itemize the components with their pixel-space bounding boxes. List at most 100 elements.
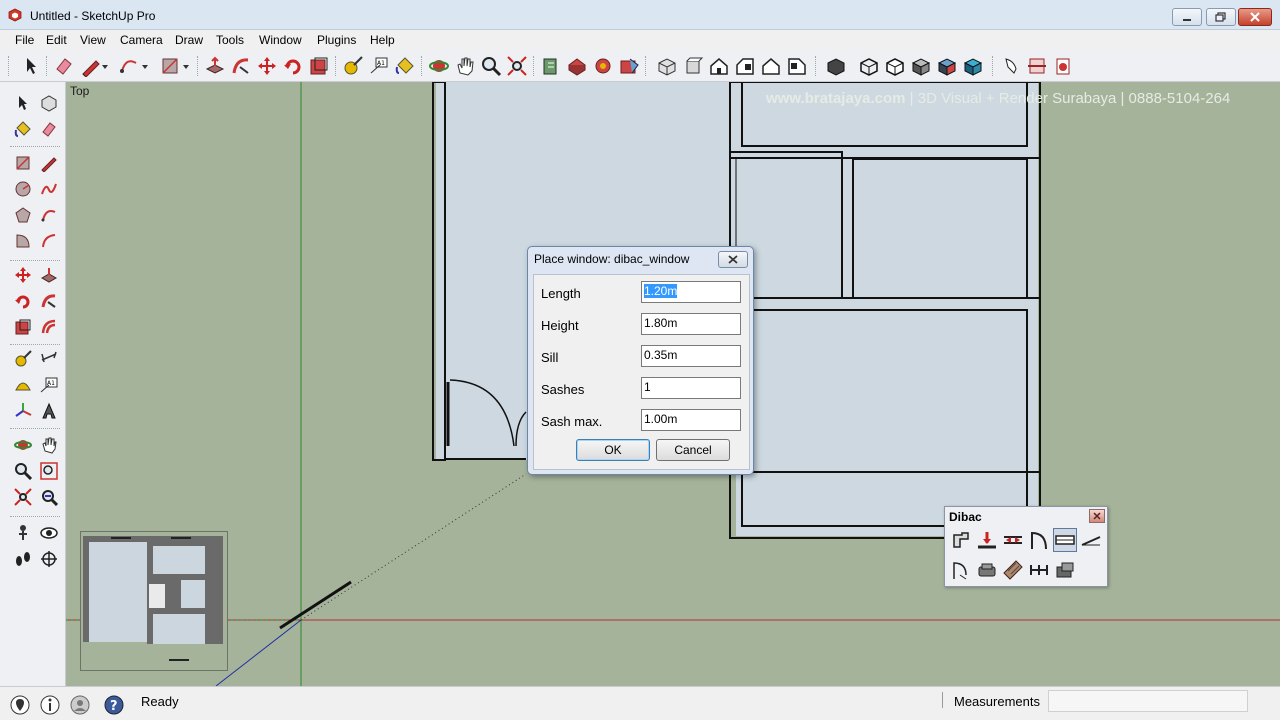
paint-bucket-icon[interactable] bbox=[14, 120, 32, 138]
zoom-icon[interactable] bbox=[14, 462, 32, 480]
section-display-icon[interactable] bbox=[1052, 55, 1074, 77]
help-icon[interactable]: ? bbox=[104, 695, 124, 715]
push-pull-icon[interactable] bbox=[40, 266, 58, 284]
rectangle-icon[interactable] bbox=[159, 55, 181, 77]
freehand-icon[interactable] bbox=[40, 180, 58, 198]
opening-tool-icon[interactable] bbox=[950, 559, 972, 581]
circle-icon[interactable] bbox=[14, 180, 32, 198]
height-field[interactable]: 1.80m bbox=[641, 313, 741, 335]
dialog-close-button[interactable] bbox=[718, 251, 748, 268]
tape-measure-icon[interactable] bbox=[342, 55, 364, 77]
walk-icon[interactable] bbox=[14, 550, 32, 568]
rotate-icon[interactable] bbox=[14, 292, 32, 310]
zoom-extents-icon[interactable] bbox=[14, 488, 32, 506]
dropdown-arrow-icon[interactable] bbox=[181, 55, 191, 77]
text-icon[interactable]: A1 bbox=[40, 376, 58, 394]
menu-view[interactable]: View bbox=[80, 33, 106, 47]
move-icon[interactable] bbox=[14, 266, 32, 284]
iso-view-icon[interactable] bbox=[656, 55, 678, 77]
wall-height-icon[interactable] bbox=[976, 529, 998, 551]
dropdown-arrow-icon[interactable] bbox=[140, 55, 150, 77]
line-icon[interactable] bbox=[40, 154, 58, 172]
menu-draw[interactable]: Draw bbox=[175, 33, 203, 47]
length-field[interactable]: 1.20m bbox=[641, 281, 741, 303]
zoom-extents-icon[interactable] bbox=[506, 55, 528, 77]
eraser-icon[interactable] bbox=[53, 55, 75, 77]
paint-bucket-icon[interactable] bbox=[394, 55, 416, 77]
wall-join-icon[interactable] bbox=[1002, 529, 1024, 551]
components-icon[interactable] bbox=[592, 55, 614, 77]
monochrome-icon[interactable] bbox=[962, 55, 984, 77]
3d-text-icon[interactable] bbox=[40, 402, 58, 420]
select-arrow-icon[interactable] bbox=[20, 55, 42, 77]
menu-help[interactable]: Help bbox=[370, 33, 395, 47]
push-pull-icon[interactable] bbox=[204, 55, 226, 77]
floor-slab-icon[interactable] bbox=[1002, 559, 1024, 581]
follow-me-icon[interactable] bbox=[230, 55, 252, 77]
sashes-field[interactable]: 1 bbox=[641, 377, 741, 399]
select-arrow-icon[interactable] bbox=[14, 94, 32, 112]
hidden-line-icon[interactable] bbox=[884, 55, 906, 77]
previous-view-icon[interactable] bbox=[40, 488, 58, 506]
door-tool-icon[interactable] bbox=[1028, 529, 1050, 551]
menu-window[interactable]: Window bbox=[259, 33, 302, 47]
menu-edit[interactable]: Edit bbox=[46, 33, 67, 47]
left-view-icon[interactable] bbox=[786, 55, 808, 77]
stair-tool-icon[interactable] bbox=[1080, 529, 1102, 551]
dimension-line-icon[interactable] bbox=[1028, 559, 1050, 581]
section-plane-icon[interactable] bbox=[1026, 55, 1048, 77]
look-around-icon[interactable] bbox=[40, 524, 58, 542]
sash-max-field[interactable]: 1.00m bbox=[641, 409, 741, 431]
menu-tools[interactable]: Tools bbox=[216, 33, 244, 47]
section-plane-icon[interactable] bbox=[40, 550, 58, 568]
credits-info-icon[interactable] bbox=[40, 695, 60, 715]
dimension-icon[interactable] bbox=[40, 350, 58, 368]
wireframe-icon[interactable] bbox=[858, 55, 880, 77]
get-models-icon[interactable] bbox=[540, 55, 562, 77]
furniture-tool-icon[interactable] bbox=[976, 559, 998, 581]
dibac-close-button[interactable] bbox=[1089, 509, 1105, 523]
offset-icon[interactable] bbox=[40, 318, 58, 336]
orbit-icon[interactable] bbox=[428, 55, 450, 77]
measurements-input[interactable] bbox=[1048, 690, 1248, 712]
pan-hand-icon[interactable] bbox=[40, 436, 58, 454]
user-account-icon[interactable] bbox=[70, 695, 90, 715]
follow-me-icon[interactable] bbox=[40, 292, 58, 310]
scale-icon[interactable] bbox=[308, 55, 330, 77]
pan-hand-icon[interactable] bbox=[454, 55, 476, 77]
polygon-icon[interactable] bbox=[14, 206, 32, 224]
geo-location-icon[interactable] bbox=[10, 695, 30, 715]
menu-file[interactable]: File bbox=[15, 33, 34, 47]
menu-camera[interactable]: Camera bbox=[120, 33, 163, 47]
share-model-icon[interactable] bbox=[566, 55, 588, 77]
tape-measure-icon[interactable] bbox=[14, 350, 32, 368]
right-view-icon[interactable] bbox=[734, 55, 756, 77]
menu-plugins[interactable]: Plugins bbox=[317, 33, 356, 47]
shaded-textures-icon[interactable] bbox=[936, 55, 958, 77]
protractor-icon[interactable] bbox=[14, 376, 32, 394]
pencil-line-icon[interactable] bbox=[80, 55, 102, 77]
zoom-window-icon[interactable] bbox=[40, 462, 58, 480]
make-component-icon[interactable] bbox=[40, 94, 58, 112]
rotate-icon[interactable] bbox=[282, 55, 304, 77]
dimension-icon[interactable]: A1 bbox=[368, 55, 390, 77]
maximize-button[interactable] bbox=[1206, 8, 1236, 26]
window-tool-icon[interactable] bbox=[1053, 528, 1077, 552]
zoom-icon[interactable] bbox=[480, 55, 502, 77]
position-camera-icon[interactable] bbox=[14, 524, 32, 542]
arc-icon[interactable] bbox=[40, 206, 58, 224]
extension-icon[interactable] bbox=[618, 55, 640, 77]
axes-icon[interactable] bbox=[14, 402, 32, 420]
cancel-button[interactable]: Cancel bbox=[656, 439, 730, 461]
back-view-icon[interactable] bbox=[760, 55, 782, 77]
orbit-icon[interactable] bbox=[14, 436, 32, 454]
ok-button[interactable]: OK bbox=[576, 439, 650, 461]
dropdown-arrow-icon[interactable] bbox=[100, 55, 110, 77]
front-view-icon[interactable] bbox=[708, 55, 730, 77]
arc-icon[interactable] bbox=[118, 55, 140, 77]
walk-icon[interactable] bbox=[1000, 55, 1022, 77]
rectangle-icon[interactable] bbox=[14, 154, 32, 172]
top-view-icon[interactable] bbox=[682, 55, 704, 77]
minimize-button[interactable] bbox=[1172, 8, 1202, 26]
object-library-icon[interactable] bbox=[1054, 559, 1076, 581]
